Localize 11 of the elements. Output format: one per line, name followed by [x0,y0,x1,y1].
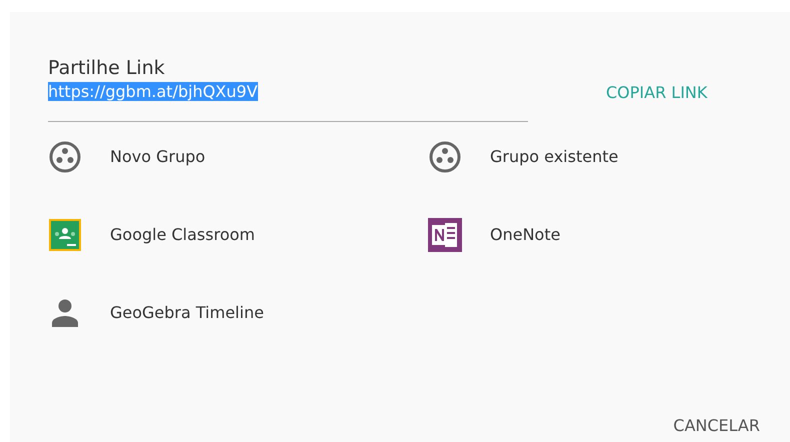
share-option[interactable]: Novo Grupo [48,140,428,174]
group-icon [48,140,82,174]
share-option[interactable]: OneNote [428,218,788,252]
cancel-button[interactable]: CANCELAR [671,410,762,442]
share-option[interactable]: GeoGebra Timeline [48,296,428,330]
group-icon [428,140,462,174]
onenote-icon [428,218,462,252]
dialog-title: Partilhe Link [48,56,166,81]
share-option[interactable]: Grupo existente [428,140,788,174]
classroom-icon [48,218,82,252]
share-option[interactable]: Google Classroom [48,218,428,252]
